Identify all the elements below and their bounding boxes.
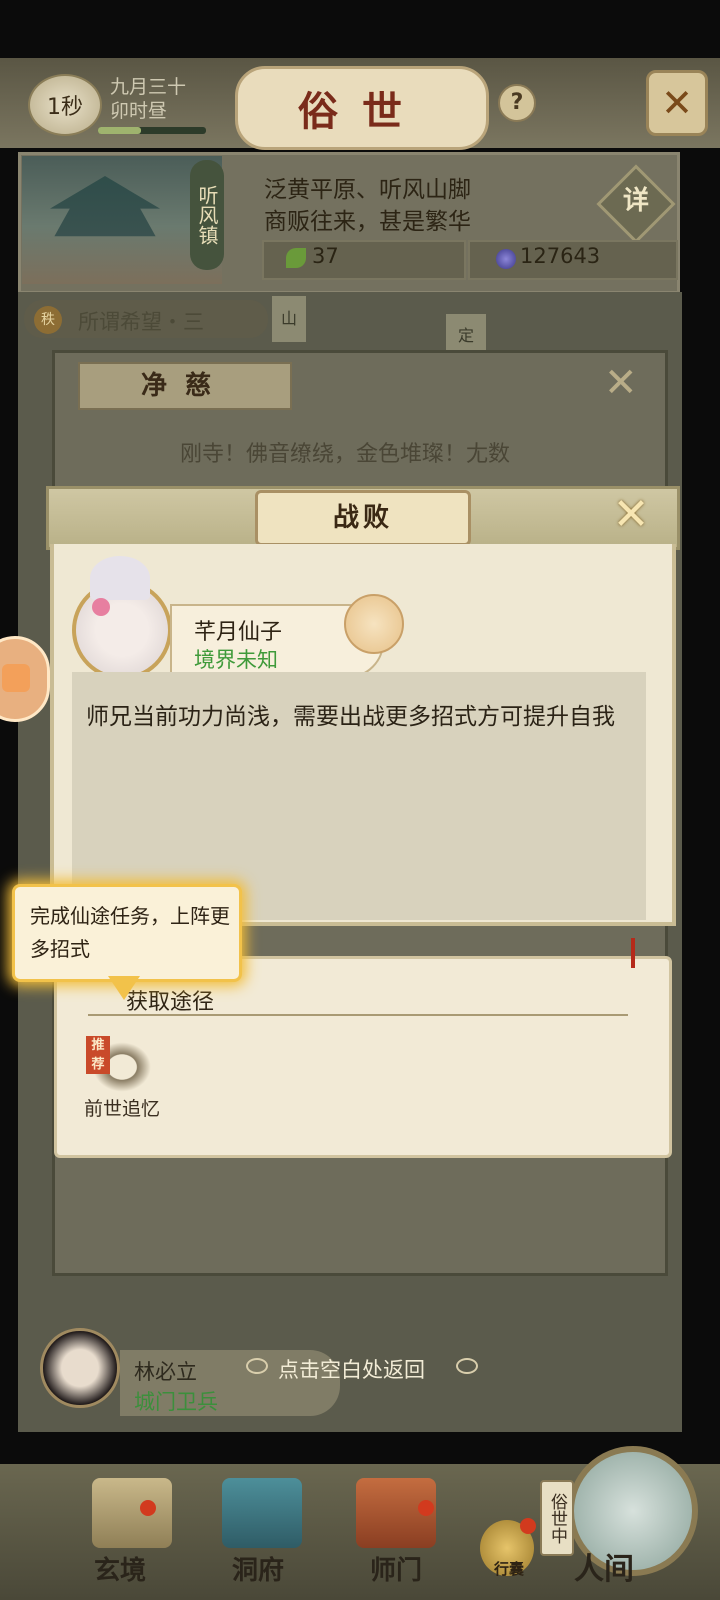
guard-name: 林必立 <box>134 1360 197 1384</box>
npc-hair-ornament <box>90 556 150 600</box>
fan-icon <box>344 594 404 654</box>
pointer-arrow-icon <box>108 976 140 1000</box>
pavilion-icon[interactable] <box>222 1478 302 1548</box>
guard-role: 城门卫兵 <box>134 1390 218 1414</box>
flower-icon <box>92 598 110 616</box>
cloud-ornament-icon <box>456 1358 478 1374</box>
route-label[interactable]: 前世追忆 <box>84 1094 160 1121</box>
notification-dot <box>418 1500 434 1516</box>
underlying-dialog-text: 刚寺！佛音缭绕，金色堆璨！尢数 <box>180 442 511 467</box>
nav-renjian[interactable]: 人间 <box>574 1544 634 1588</box>
scroll-icon[interactable] <box>92 1478 172 1548</box>
underlying-close-icon: ✕ <box>604 360 638 406</box>
gamepad-icon <box>2 664 30 692</box>
npc-realm: 境界未知 <box>194 648 278 672</box>
town-description-line1: 泛黄平原、听风山脚 <box>264 177 471 203</box>
time-of-day-label: 卯时昼 <box>110 100 168 122</box>
detail-button-label[interactable]: 详 <box>608 180 664 217</box>
bookmark-pin-icon <box>631 938 635 968</box>
resource-leaf-value: 37 <box>312 244 339 268</box>
location-sign-ding: 定 <box>446 314 486 354</box>
close-icon[interactable]: ✕ <box>608 492 654 538</box>
cloud-ornament-icon <box>246 1358 268 1374</box>
defeat-dialog-title: 战败 <box>255 490 471 546</box>
time-speed-button[interactable]: 1秒 <box>28 74 102 136</box>
nav-bag[interactable]: 行囊 <box>494 1558 524 1579</box>
pearl-icon <box>496 249 516 269</box>
realm-status-tag: 俗世中 <box>540 1480 574 1556</box>
leaf-icon <box>286 248 306 268</box>
town-name: 听风镇 <box>190 160 224 270</box>
guide-tooltip-text: 完成仙途任务，上阵更多招式 <box>30 904 230 961</box>
page-title: 俗世 <box>235 66 489 150</box>
date-label: 九月三十 <box>110 76 187 98</box>
town-description-line2: 商贩往来，甚是繁华 <box>264 209 471 235</box>
quest-badge: 秩 <box>34 306 62 334</box>
divider <box>88 1014 628 1016</box>
npc-name: 芊月仙子 <box>194 620 283 645</box>
time-progress-fill <box>98 127 142 134</box>
defeat-message: 师兄当前功力尚浅，需要出战更多招式方可提升自我 <box>86 704 615 730</box>
quest-title: 所谓希望・三 <box>78 310 204 334</box>
resource-pearl-value: 127643 <box>520 244 601 268</box>
recommend-badge: 推荐 <box>86 1036 110 1074</box>
location-sign-shan: 山 <box>272 296 306 342</box>
notification-dot <box>140 1500 156 1516</box>
tap-to-return-hint[interactable]: 点击空白处返回 <box>278 1354 425 1384</box>
help-button[interactable]: ? <box>498 84 536 122</box>
guard-avatar <box>40 1328 120 1408</box>
notification-dot <box>520 1518 536 1534</box>
exit-button[interactable]: ✕ <box>646 70 708 136</box>
nav-dongfu[interactable]: 洞府 <box>232 1550 284 1587</box>
underlying-dialog-title: 净慈 <box>78 362 292 410</box>
nav-shimen[interactable]: 师门 <box>370 1550 422 1587</box>
nav-xuanjing[interactable]: 玄境 <box>94 1550 146 1587</box>
